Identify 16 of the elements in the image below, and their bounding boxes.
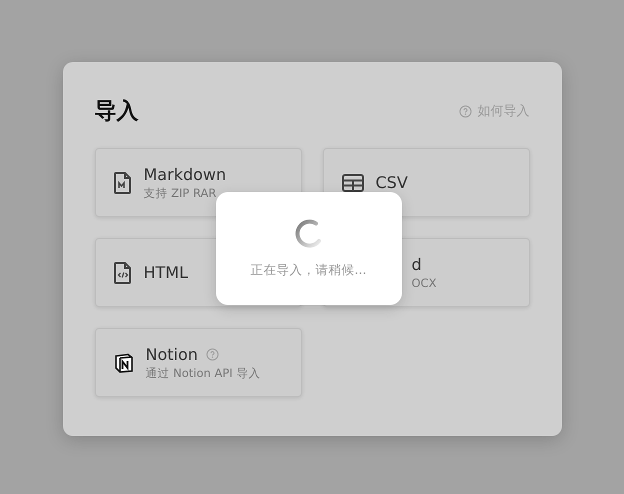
import-option-card[interactable]: Notion 通过 Notion API 导入 (94, 328, 302, 397)
notion-logo-icon (114, 352, 134, 372)
option-title: CSV (376, 173, 408, 192)
option-description: 通过 Notion API 导入 (146, 366, 260, 380)
table-icon (342, 174, 364, 192)
option-description: OCX (412, 276, 436, 290)
option-title: d (412, 255, 422, 274)
code-file-icon (114, 262, 132, 284)
option-title: Notion (146, 344, 198, 364)
option-title: HTML (144, 263, 188, 282)
help-icon (458, 104, 472, 118)
dialog-title: 导入 (94, 98, 138, 126)
option-title: Markdown (144, 164, 226, 184)
spinner-icon (294, 218, 324, 248)
option-description: 支持 ZIP RAR (144, 186, 218, 200)
markdown-file-icon (114, 172, 132, 194)
